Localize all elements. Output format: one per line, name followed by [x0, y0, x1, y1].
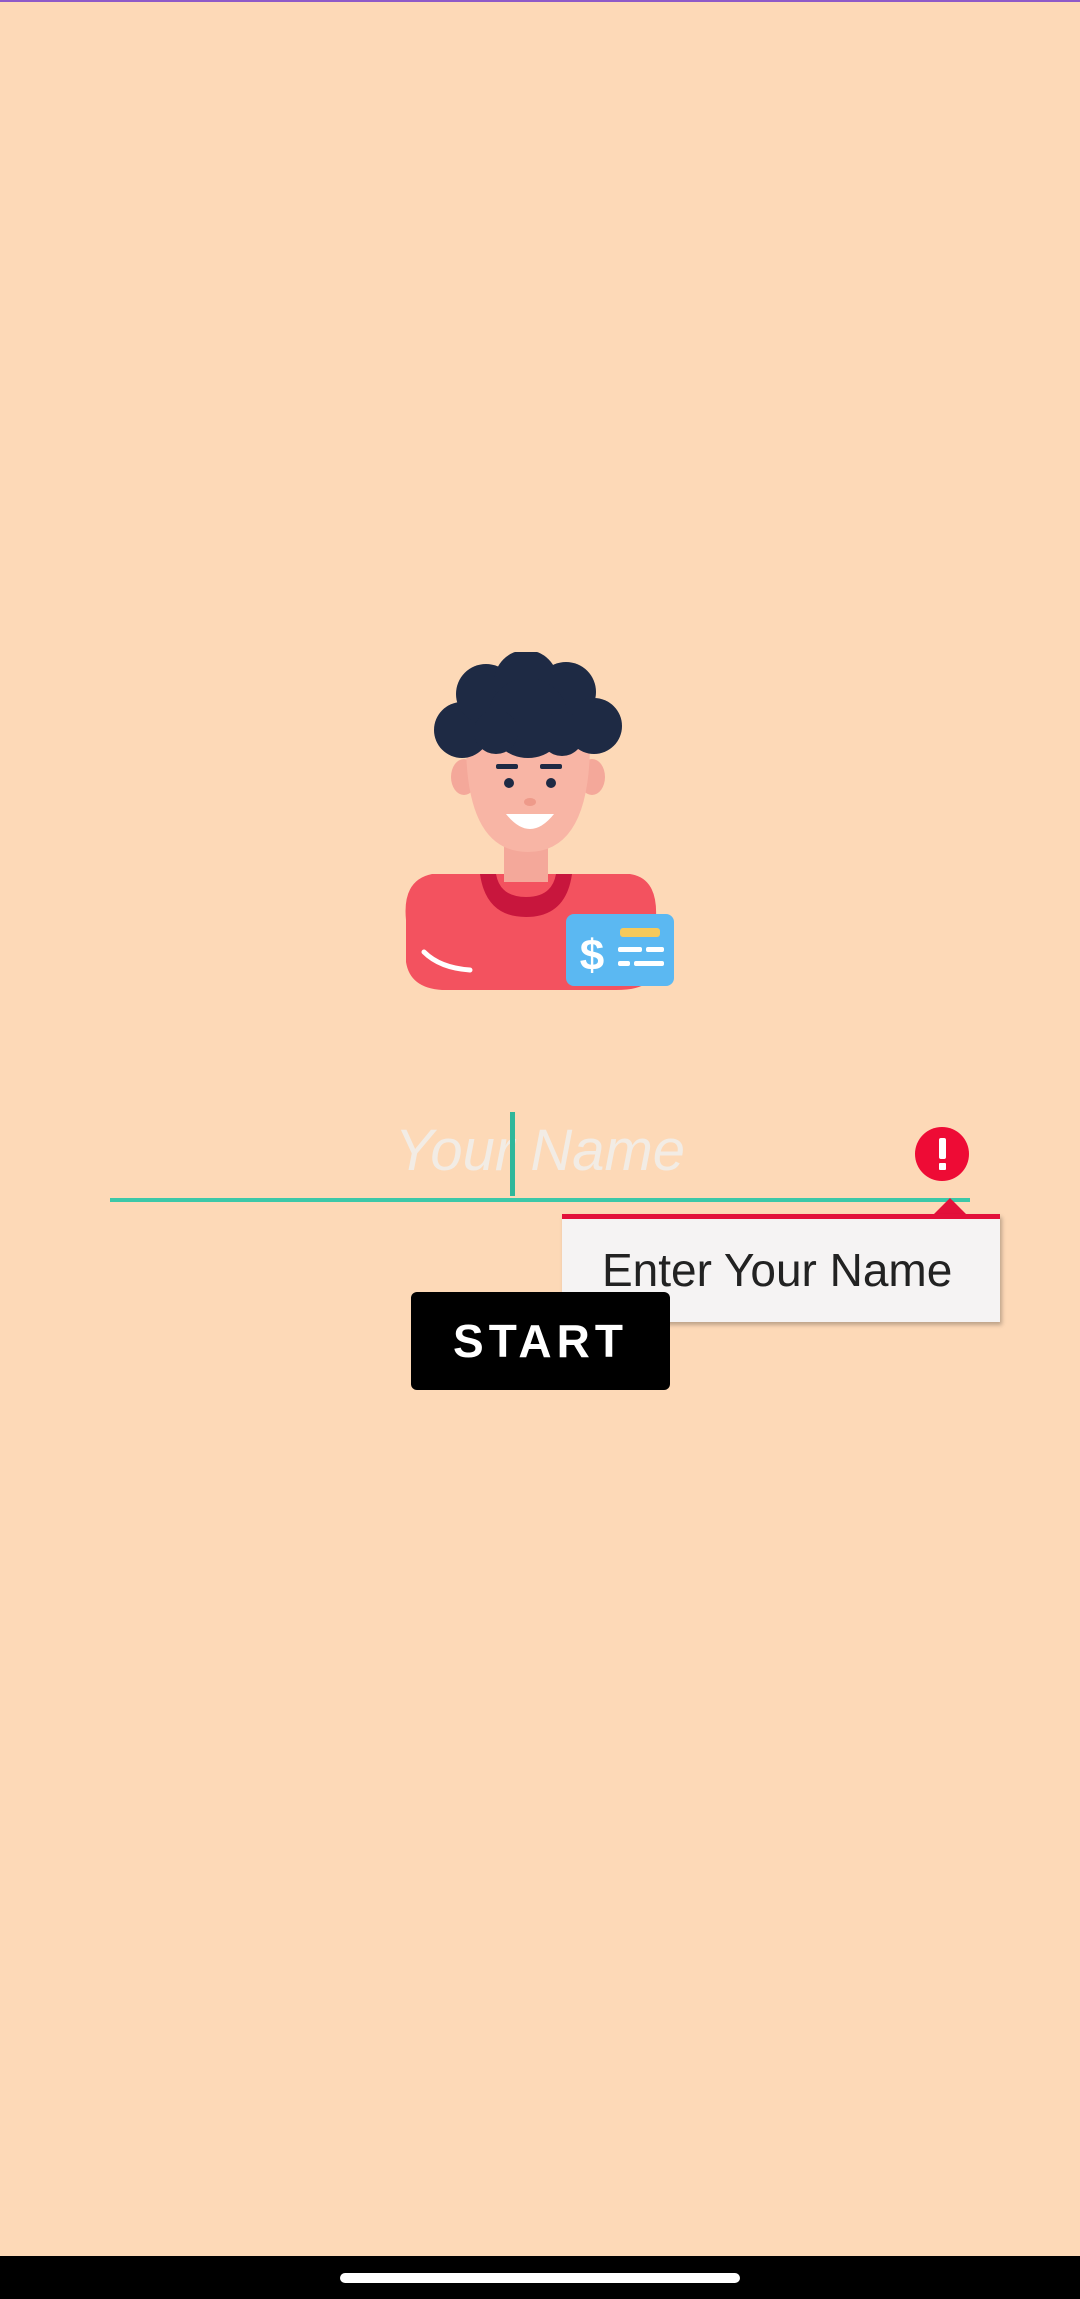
- tooltip-arrow: [934, 1198, 966, 1214]
- home-gesture-handle[interactable]: [340, 2273, 740, 2283]
- system-navigation-bar: [0, 2256, 1080, 2299]
- text-cursor: [510, 1112, 515, 1196]
- svg-text:$: $: [580, 931, 604, 980]
- name-input[interactable]: [110, 1102, 970, 1202]
- avatar-hair: [434, 652, 622, 758]
- avatar-illustration: $: [405, 652, 674, 990]
- start-button[interactable]: START: [411, 1292, 670, 1390]
- avatar-face: [466, 742, 590, 852]
- error-icon[interactable]: [915, 1127, 969, 1181]
- error-message: Enter Your Name: [602, 1244, 953, 1296]
- app-screen: $ Enter Your Name START: [0, 0, 1080, 2299]
- dollar-card-icon: $: [566, 914, 674, 986]
